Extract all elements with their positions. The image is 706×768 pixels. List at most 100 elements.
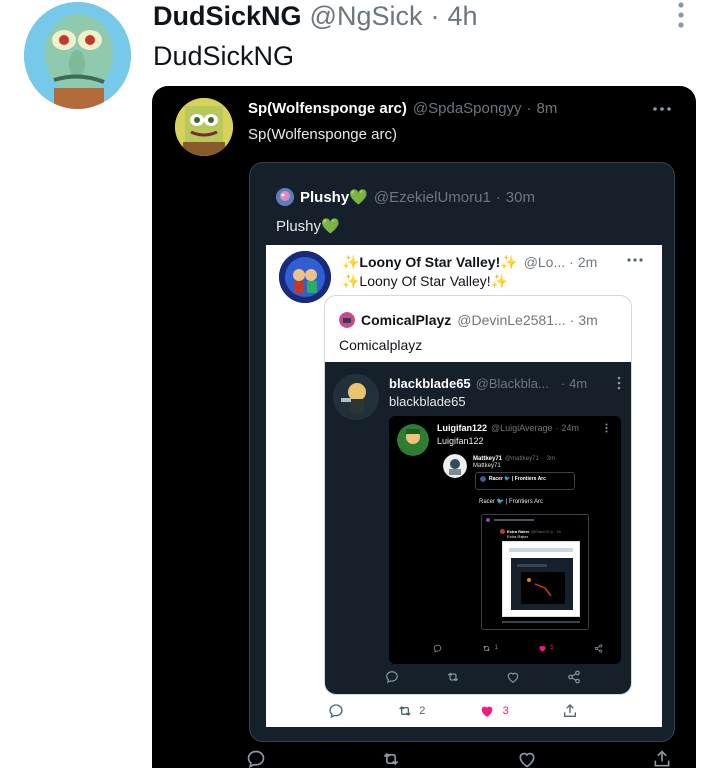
author-handle[interactable]: @NgSick <box>310 1 423 31</box>
reply-icon[interactable] <box>328 703 344 719</box>
separator-dot: · <box>430 1 440 31</box>
timestamp[interactable]: 24m <box>562 423 580 433</box>
separator-dot: · <box>541 455 544 462</box>
author-name[interactable]: DudSickNG <box>153 1 302 31</box>
tweet-text: Racer 🐦 | Frontiers Arc <box>479 499 544 505</box>
author-handle[interactable]: @Lo... <box>524 254 565 270</box>
retweet-icon[interactable] <box>381 749 401 768</box>
tweet-text: Luigifan122 <box>437 436 484 446</box>
share-icon[interactable] <box>567 670 581 684</box>
avatar[interactable] <box>276 188 294 206</box>
author-name[interactable]: Extra Raker <box>507 529 529 534</box>
timestamp[interactable]: 30m <box>506 189 535 206</box>
like-count: 3 <box>502 705 509 717</box>
reply-icon[interactable] <box>433 644 442 653</box>
tweet-text: Mattkey71 <box>473 463 501 469</box>
retweet-button[interactable]: 2 <box>397 703 425 719</box>
retweet-button[interactable]: 1 <box>482 644 498 653</box>
timestamp[interactable]: 3m <box>547 456 555 462</box>
tweet-text: Comicalplayz <box>339 337 423 353</box>
nested-screenshot[interactable] <box>502 541 580 617</box>
like-button[interactable]: 5 <box>538 644 554 653</box>
quote-tweet-card[interactable]: Extra Raker @Raker1Cy · 2h Extra Raker <box>481 514 589 630</box>
author-name[interactable]: ✨Loony Of Star Valley!✨ <box>342 254 518 271</box>
timestamp[interactable]: 3m <box>578 312 597 328</box>
quote-tweet-card[interactable]: Racer 🐦 | Frontiers Arc <box>475 472 575 490</box>
more-options-icon[interactable] <box>617 376 621 390</box>
avatar[interactable] <box>443 454 467 478</box>
quote-tweet-card[interactable]: Plushy💚 @EzekielUmoru1 · 30m Plushy💚 ✨Lo… <box>249 162 675 742</box>
avatar[interactable] <box>500 528 505 534</box>
quote-tweet-card[interactable]: ComicalPlayz @DevinLe2581... · 3m Comica… <box>324 295 632 695</box>
quote-tweet-card[interactable]: blackblade65 @Blackbla... · 4m blackblad… <box>325 362 631 694</box>
separator-dot: · <box>555 423 559 433</box>
avatar[interactable] <box>175 98 233 156</box>
retweet-count: 2 <box>419 705 426 717</box>
author-handle[interactable]: @DevinLe2581... <box>457 312 565 328</box>
author-name[interactable]: Sp(Wolfensponge arc) <box>248 100 407 117</box>
separator-dot: · <box>560 375 566 391</box>
tweet-text: blackblade65 <box>389 394 466 409</box>
more-options-icon[interactable] <box>605 423 608 433</box>
more-options-icon[interactable] <box>652 106 672 112</box>
tweet-text: Sp(Wolfensponge arc) <box>248 126 397 143</box>
quote-tweet-card[interactable]: Luigifan122 @LuigiAverage · 24m Luigifan… <box>389 416 621 664</box>
tweet-header: DudSickNG @NgSick · 4h <box>153 1 478 31</box>
author-handle[interactable]: @Raker1Cy <box>531 529 553 534</box>
action-bar <box>385 668 581 686</box>
timestamp[interactable]: 8m <box>537 100 558 117</box>
like-button[interactable]: 3 <box>479 703 509 719</box>
avatar[interactable] <box>339 312 355 328</box>
avatar[interactable] <box>24 2 131 109</box>
tweet-header: ✨Loony Of Star Valley!✨ @Lo... · 2m <box>342 253 597 271</box>
embedded-screenshot[interactable]: Sp(Wolfensponge arc) @SpdaSpongyy · 8m S… <box>152 86 696 768</box>
tweet-header: ComicalPlayz @DevinLe2581... · 3m <box>339 311 598 329</box>
separator-dot: · <box>554 528 556 534</box>
timestamp[interactable]: 4m <box>569 376 587 391</box>
timestamp[interactable]: 2h <box>556 529 560 534</box>
author-handle[interactable]: @Blackbla... <box>476 376 549 391</box>
heart-icon[interactable] <box>517 749 537 768</box>
timestamp[interactable]: 4h <box>447 1 477 31</box>
more-options-icon[interactable] <box>626 257 644 263</box>
retweet-icon[interactable] <box>446 670 460 684</box>
avatar[interactable] <box>486 518 490 522</box>
author-handle[interactable]: @LuigiAverage <box>491 423 553 433</box>
separator-dot: · <box>526 99 532 117</box>
reply-icon[interactable] <box>246 749 266 768</box>
tweet-header: Mattkey71 @mattkey71 · 3m <box>473 454 555 463</box>
heart-icon <box>539 645 546 652</box>
avatar[interactable] <box>397 424 429 456</box>
more-options-icon[interactable] <box>674 2 688 28</box>
author-name[interactable]: ComicalPlayz <box>361 312 451 328</box>
avatar[interactable] <box>279 251 331 303</box>
action-bar: 1 5 <box>433 642 603 654</box>
author-name[interactable]: Racer 🐦 | Frontiers Arc <box>489 476 546 482</box>
avatar[interactable] <box>480 476 486 482</box>
heart-icon[interactable] <box>506 670 520 684</box>
share-icon[interactable] <box>562 703 578 719</box>
author-handle[interactable]: @SpdaSpongyy <box>413 100 522 117</box>
avatar[interactable] <box>333 374 379 420</box>
retweet-icon <box>483 645 491 651</box>
share-icon[interactable] <box>652 749 672 768</box>
like-count: 5 <box>550 645 554 651</box>
separator-dot: · <box>569 312 575 328</box>
nested-screenshot[interactable] <box>509 556 575 612</box>
author-handle[interactable]: @mattkey71 <box>505 456 539 462</box>
reply-icon[interactable] <box>385 670 399 684</box>
timestamp[interactable]: 2m <box>578 254 597 270</box>
author-name[interactable]: Luigifan122 <box>437 423 487 433</box>
tweet-text: ✨Loony Of Star Valley!✨ <box>342 273 509 289</box>
separator-dot: · <box>569 254 574 270</box>
author-name[interactable]: Mattkey71 <box>473 456 502 462</box>
author-handle[interactable]: @EzekielUmoru1 <box>374 189 491 206</box>
tweet-header: Plushy💚 @EzekielUmoru1 · 30m <box>276 187 535 207</box>
tweet-header: blackblade65 @Blackbla... · 4m <box>389 374 587 392</box>
heart-icon <box>481 706 492 717</box>
author-name[interactable]: blackblade65 <box>389 376 471 391</box>
quote-tweet-card[interactable]: ✨Loony Of Star Valley!✨ @Lo... · 2m ✨Loo… <box>266 245 662 727</box>
author-name[interactable]: Plushy💚 <box>300 188 368 206</box>
share-icon[interactable] <box>594 643 603 653</box>
tweet-header <box>509 548 573 552</box>
